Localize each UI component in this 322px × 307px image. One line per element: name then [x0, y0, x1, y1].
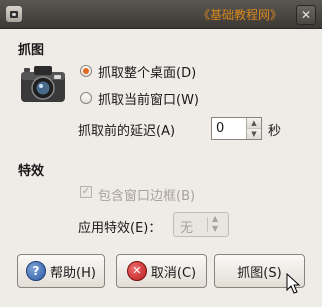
spin-up-icon[interactable]: ▲: [246, 118, 261, 129]
delay-label: 抓取前的延迟(A): [78, 124, 176, 139]
spin-down-icon[interactable]: ▼: [246, 129, 261, 139]
grab-window-radio[interactable]: [80, 92, 92, 104]
effects-section-title: 特效: [18, 164, 45, 179]
cancel-button[interactable]: ✕ 取消(C): [116, 254, 207, 288]
help-button[interactable]: ? 帮助(H): [17, 254, 105, 288]
include-border-label: 包含窗口边框(B): [98, 189, 196, 204]
apply-effect-label: 应用特效(E)：: [78, 221, 162, 236]
close-button[interactable]: ✕: [296, 5, 316, 25]
combo-down-icon: ▼: [212, 224, 219, 233]
cancel-button-label: 取消(C): [150, 265, 197, 281]
grab-desktop-option[interactable]: 抓取整个桌面(D): [80, 62, 197, 81]
grab-desktop-radio[interactable]: [80, 65, 92, 77]
delay-value[interactable]: 0: [216, 121, 224, 136]
include-border-checkbox[interactable]: ✓: [80, 186, 92, 198]
delay-spinbutton[interactable]: 0 ▲ ▼: [211, 117, 262, 140]
grab-window-label: 抓取当前窗口(W): [98, 92, 199, 108]
window-title: 《基础教程网》: [197, 8, 282, 22]
apply-effect-value: 无: [180, 221, 194, 236]
camera-icon: [21, 66, 65, 102]
title-bar: 《基础教程网》 ✕: [0, 0, 322, 29]
grab-button-label: 抓图(S): [237, 265, 282, 281]
help-button-label: 帮助(H): [50, 265, 96, 281]
combo-arrows-icon: ▲ ▼: [212, 214, 218, 234]
grab-desktop-label: 抓取整个桌面(D): [98, 65, 197, 81]
grab-window-option[interactable]: 抓取当前窗口(W): [80, 89, 199, 108]
camera-icon: [6, 6, 22, 22]
help-icon: ?: [26, 261, 47, 281]
cancel-icon: ✕: [126, 261, 147, 281]
apply-effect-combo[interactable]: 无 ▲ ▼: [173, 212, 229, 237]
delay-unit: 秒: [268, 124, 282, 139]
grab-section-title: 抓图: [18, 43, 45, 58]
combo-separator: [207, 217, 208, 232]
combo-up-icon: ▲: [212, 214, 219, 223]
mouse-pointer-icon: [286, 273, 301, 294]
